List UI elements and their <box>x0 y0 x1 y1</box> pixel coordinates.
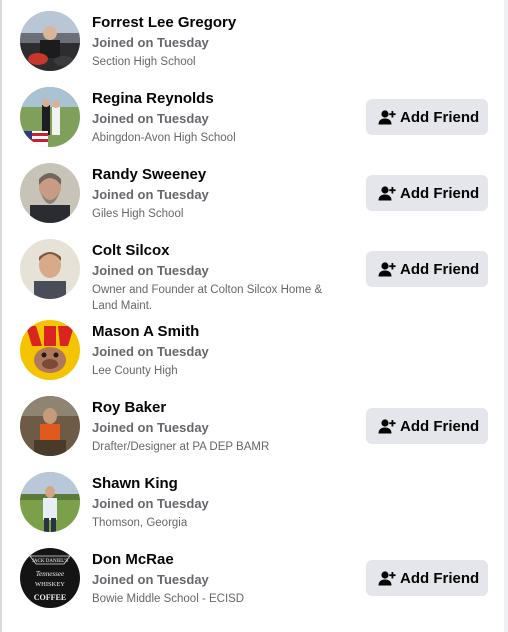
person-meta: Drafter/Designer at PA DEP BAMR <box>92 441 270 453</box>
list-item: Regina Reynolds Joined on Tuesday Abingd… <box>0 76 508 152</box>
add-friend-label: Add Friend <box>400 569 480 587</box>
add-friend-label: Add Friend <box>400 108 480 126</box>
list-item: Randy Sweeney Joined on Tuesday Giles Hi… <box>0 152 508 228</box>
joined-text: Joined on Tuesday <box>92 420 209 435</box>
avatar[interactable] <box>20 320 80 380</box>
person-meta: Thomson, Georgia <box>92 517 188 529</box>
list-item: JACK DANIEL'S Tennessee WHISKEY COFFEE D… <box>0 547 508 623</box>
avatar[interactable] <box>20 472 80 532</box>
avatar[interactable] <box>20 396 80 456</box>
list-item: Mason A Smith Joined on Tuesday Lee Coun… <box>0 319 508 395</box>
person-meta: Giles High School <box>92 208 184 220</box>
list-item: Colt Silcox Joined on Tuesday Owner and … <box>0 228 508 319</box>
person-name[interactable]: Shawn King <box>92 475 347 493</box>
joined-text: Joined on Tuesday <box>92 572 209 587</box>
add-friend-button[interactable]: Add Friend <box>366 560 488 596</box>
add-friend-label: Add Friend <box>400 260 480 278</box>
joined-text: Joined on Tuesday <box>92 344 209 359</box>
svg-text:JACK DANIEL'S: JACK DANIEL'S <box>32 559 68 564</box>
list-item: Shawn King Joined on Tuesday Thomson, Ge… <box>0 471 508 547</box>
person-plus-icon <box>378 570 396 586</box>
add-friend-button[interactable]: Add Friend <box>366 251 488 287</box>
svg-text:COFFEE: COFFEE <box>34 593 66 602</box>
joined-text: Joined on Tuesday <box>92 111 209 126</box>
add-friend-label: Add Friend <box>400 184 480 202</box>
person-name[interactable]: Randy Sweeney <box>92 166 347 184</box>
add-friend-label: Add Friend <box>400 417 480 435</box>
avatar[interactable] <box>20 87 80 147</box>
person-plus-icon <box>378 261 396 277</box>
add-friend-button[interactable]: Add Friend <box>366 175 488 211</box>
svg-text:Tennessee: Tennessee <box>36 570 64 578</box>
joined-text: Joined on Tuesday <box>92 263 209 278</box>
person-plus-icon <box>378 185 396 201</box>
person-name[interactable]: Don McRae <box>92 551 347 569</box>
person-plus-icon <box>378 418 396 434</box>
person-meta: Owner and Founder at Colton Silcox Home … <box>92 284 323 312</box>
person-meta: Bowie Middle School - ECISD <box>92 593 245 605</box>
joined-text: Joined on Tuesday <box>92 187 209 202</box>
avatar[interactable] <box>20 163 80 223</box>
avatar[interactable]: JACK DANIEL'S Tennessee WHISKEY COFFEE <box>20 548 80 608</box>
list-item: Roy Baker Joined on Tuesday Drafter/Desi… <box>0 395 508 471</box>
person-name[interactable]: Forrest Lee Gregory <box>92 14 347 32</box>
person-meta: Lee County High <box>92 365 178 377</box>
add-friend-button[interactable]: Add Friend <box>366 99 488 135</box>
avatar[interactable] <box>20 239 80 299</box>
person-name[interactable]: Roy Baker <box>92 399 347 417</box>
person-meta: Section High School <box>92 56 196 68</box>
joined-text: Joined on Tuesday <box>92 35 209 50</box>
jack-daniels-logo: JACK DANIEL'S Tennessee WHISKEY COFFEE <box>20 548 80 608</box>
add-friend-button[interactable]: Add Friend <box>366 408 488 444</box>
person-name[interactable]: Regina Reynolds <box>92 90 347 108</box>
list-item: Forrest Lee Gregory Joined on Tuesday Se… <box>0 0 508 76</box>
avatar[interactable] <box>20 11 80 71</box>
person-name[interactable]: Mason A Smith <box>92 323 347 341</box>
person-meta: Abingdon-Avon High School <box>92 132 236 144</box>
svg-text:WHISKEY: WHISKEY <box>35 581 65 588</box>
joined-text: Joined on Tuesday <box>92 496 209 511</box>
person-name[interactable]: Colt Silcox <box>92 242 347 260</box>
people-list: Forrest Lee Gregory Joined on Tuesday Se… <box>0 0 508 623</box>
person-plus-icon <box>378 109 396 125</box>
